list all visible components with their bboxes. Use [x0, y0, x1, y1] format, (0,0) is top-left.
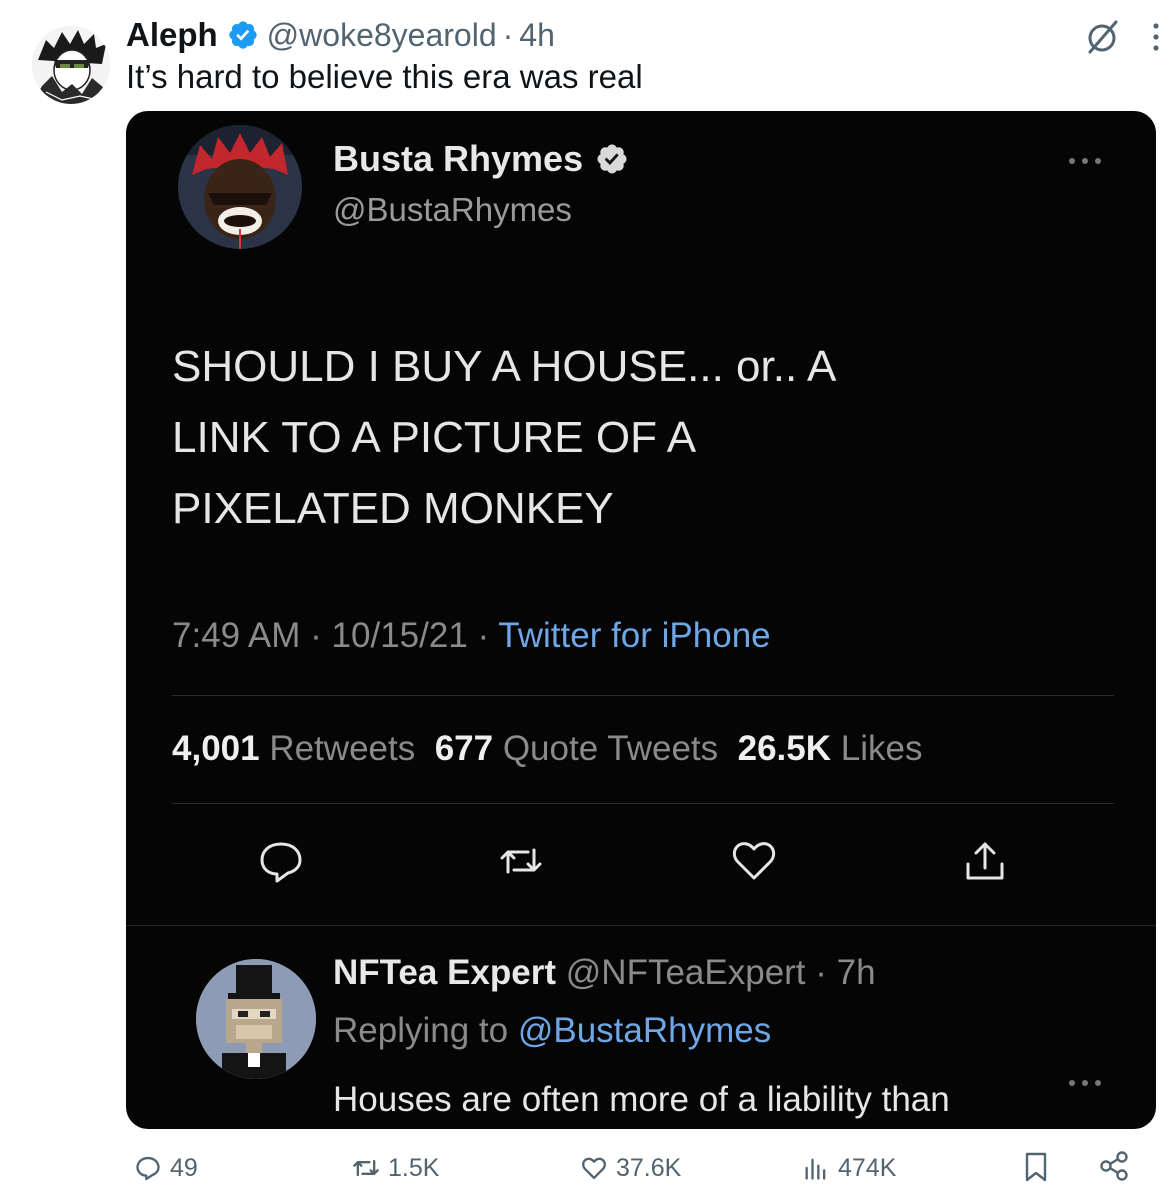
reply-author-handle: @NFTeaExpert: [565, 953, 806, 992]
embedded-author-name-text: Busta Rhymes: [333, 138, 584, 179]
embedded-meta-line: 7:49 AM · 10/15/21 · Twitter for iPhone: [172, 616, 771, 656]
post-time[interactable]: 4h: [519, 17, 555, 54]
repost-icon: [353, 1159, 379, 1177]
embedded-share-icon: [966, 842, 1004, 880]
embedded-text-line: LINK TO A PICTURE OF A: [172, 413, 697, 462]
share-icon[interactable]: [1098, 1150, 1130, 1182]
pixel-monkey-avatar-image: [196, 959, 316, 1079]
retweets-label: Retweets: [269, 729, 416, 768]
author-name[interactable]: Aleph: [126, 16, 218, 54]
embedded-retweet-icon: [500, 848, 542, 874]
embedded-text-line: PIXELATED MONKEY: [172, 484, 614, 533]
embedded-reply-icon: [260, 842, 302, 883]
reply-button[interactable]: 49: [134, 1150, 198, 1186]
reply-replying-to: Replying to @BustaRhymes: [333, 1011, 771, 1051]
embedded-verified-badge-icon: [597, 144, 627, 174]
reply-separator: ·: [815, 953, 827, 992]
embedded-time: 7:49 AM: [172, 616, 301, 655]
embedded-tweet-text: SHOULD I BUY A HOUSE... or.. A LINK TO A…: [172, 331, 836, 544]
grok-icon[interactable]: [1086, 18, 1120, 56]
embedded-separator: ·: [477, 616, 490, 655]
embedded-more-icon: [1069, 158, 1101, 164]
views-icon: [805, 1158, 826, 1180]
quotes-label: Quote Tweets: [502, 729, 719, 768]
embedded-author-name: Busta Rhymes: [333, 138, 629, 180]
verified-badge-icon: [229, 21, 257, 49]
replying-mention: @BustaRhymes: [517, 1011, 772, 1050]
repost-button[interactable]: 1.5K: [352, 1150, 439, 1186]
busta-avatar-image: [178, 125, 302, 249]
busta-avatar: [178, 125, 302, 249]
reply-text: Houses are often more of a liability tha…: [333, 1080, 950, 1119]
views-count: 474K: [838, 1153, 897, 1182]
embedded-source: Twitter for iPhone: [498, 616, 771, 655]
embedded-divider: [172, 803, 1114, 804]
author-handle[interactable]: @woke8yearold: [267, 17, 497, 54]
reply-time: 7h: [836, 953, 876, 992]
likes-count: 26.5K: [737, 729, 832, 768]
anime-avatar-image: [32, 26, 110, 104]
separator-dot: ·: [502, 16, 514, 53]
embedded-tweet-image[interactable]: Busta Rhymes @BustaRhymes SHOULD I BUY A…: [126, 111, 1156, 1129]
author-avatar[interactable]: [32, 26, 110, 104]
like-count: 37.6K: [616, 1153, 682, 1182]
embedded-like-icon: [732, 842, 776, 880]
embedded-date: 10/15/21: [331, 616, 468, 655]
likes-label: Likes: [840, 729, 923, 768]
bookmark-icon[interactable]: [1022, 1151, 1050, 1183]
embedded-separator: ·: [310, 616, 322, 655]
embedded-stats-line: 4,001 Retweets 677 Quote Tweets 26.5K Li…: [172, 729, 922, 769]
reply-more-icon: [1069, 1080, 1101, 1086]
replying-prefix: Replying to: [333, 1011, 509, 1050]
like-button[interactable]: 37.6K: [580, 1150, 681, 1186]
more-vertical-icon[interactable]: [1150, 22, 1162, 52]
author-line: Aleph @woke8yearold · 4h: [126, 14, 555, 56]
embedded-reply-divider: [126, 925, 1156, 926]
reply-icon: [136, 1156, 160, 1181]
reply-count: 49: [170, 1153, 198, 1182]
like-icon: [582, 1157, 606, 1180]
post-text: It’s hard to believe this era was real: [126, 58, 643, 95]
nftea-avatar: [196, 959, 316, 1079]
embedded-author-handle: @BustaRhymes: [333, 191, 572, 228]
embedded-text-line: SHOULD I BUY A HOUSE... or.. A: [172, 342, 837, 391]
reply-author-line: NFTea Expert @NFTeaExpert · 7h: [333, 953, 876, 993]
repost-count: 1.5K: [388, 1153, 440, 1182]
views-button[interactable]: 474K: [802, 1150, 896, 1186]
quotes-count: 677: [434, 729, 494, 768]
reply-author-name: NFTea Expert: [333, 953, 557, 992]
embedded-divider: [172, 695, 1114, 696]
retweets-count: 4,001: [172, 729, 260, 768]
